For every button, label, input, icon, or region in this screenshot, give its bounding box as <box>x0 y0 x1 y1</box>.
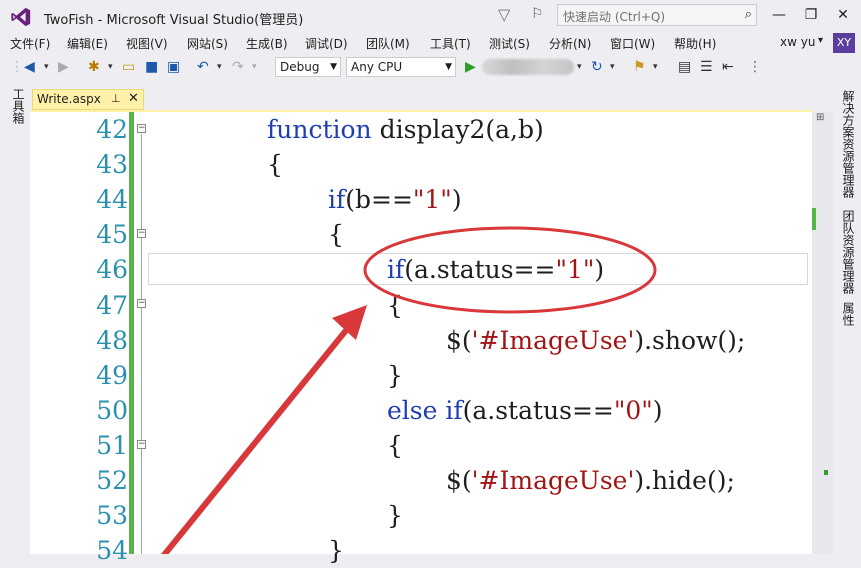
properties-tab[interactable]: 属性 <box>838 302 855 326</box>
scrollbar-change-marker <box>812 208 816 230</box>
scrollbar-change-marker <box>824 470 828 475</box>
annotation-ellipse <box>363 226 657 314</box>
split-editor-icon[interactable]: ⊞ <box>816 112 824 123</box>
team-explorer-tab[interactable]: 团队资源管理器 <box>838 210 855 294</box>
solution-explorer-tab[interactable]: 解决方案资源管理器 <box>838 90 855 198</box>
annotation-arrow-head <box>332 305 367 340</box>
vertical-scrollbar[interactable] <box>812 112 833 554</box>
annotation-arrow-shaft <box>160 320 355 554</box>
annotation-overlay <box>160 226 657 554</box>
